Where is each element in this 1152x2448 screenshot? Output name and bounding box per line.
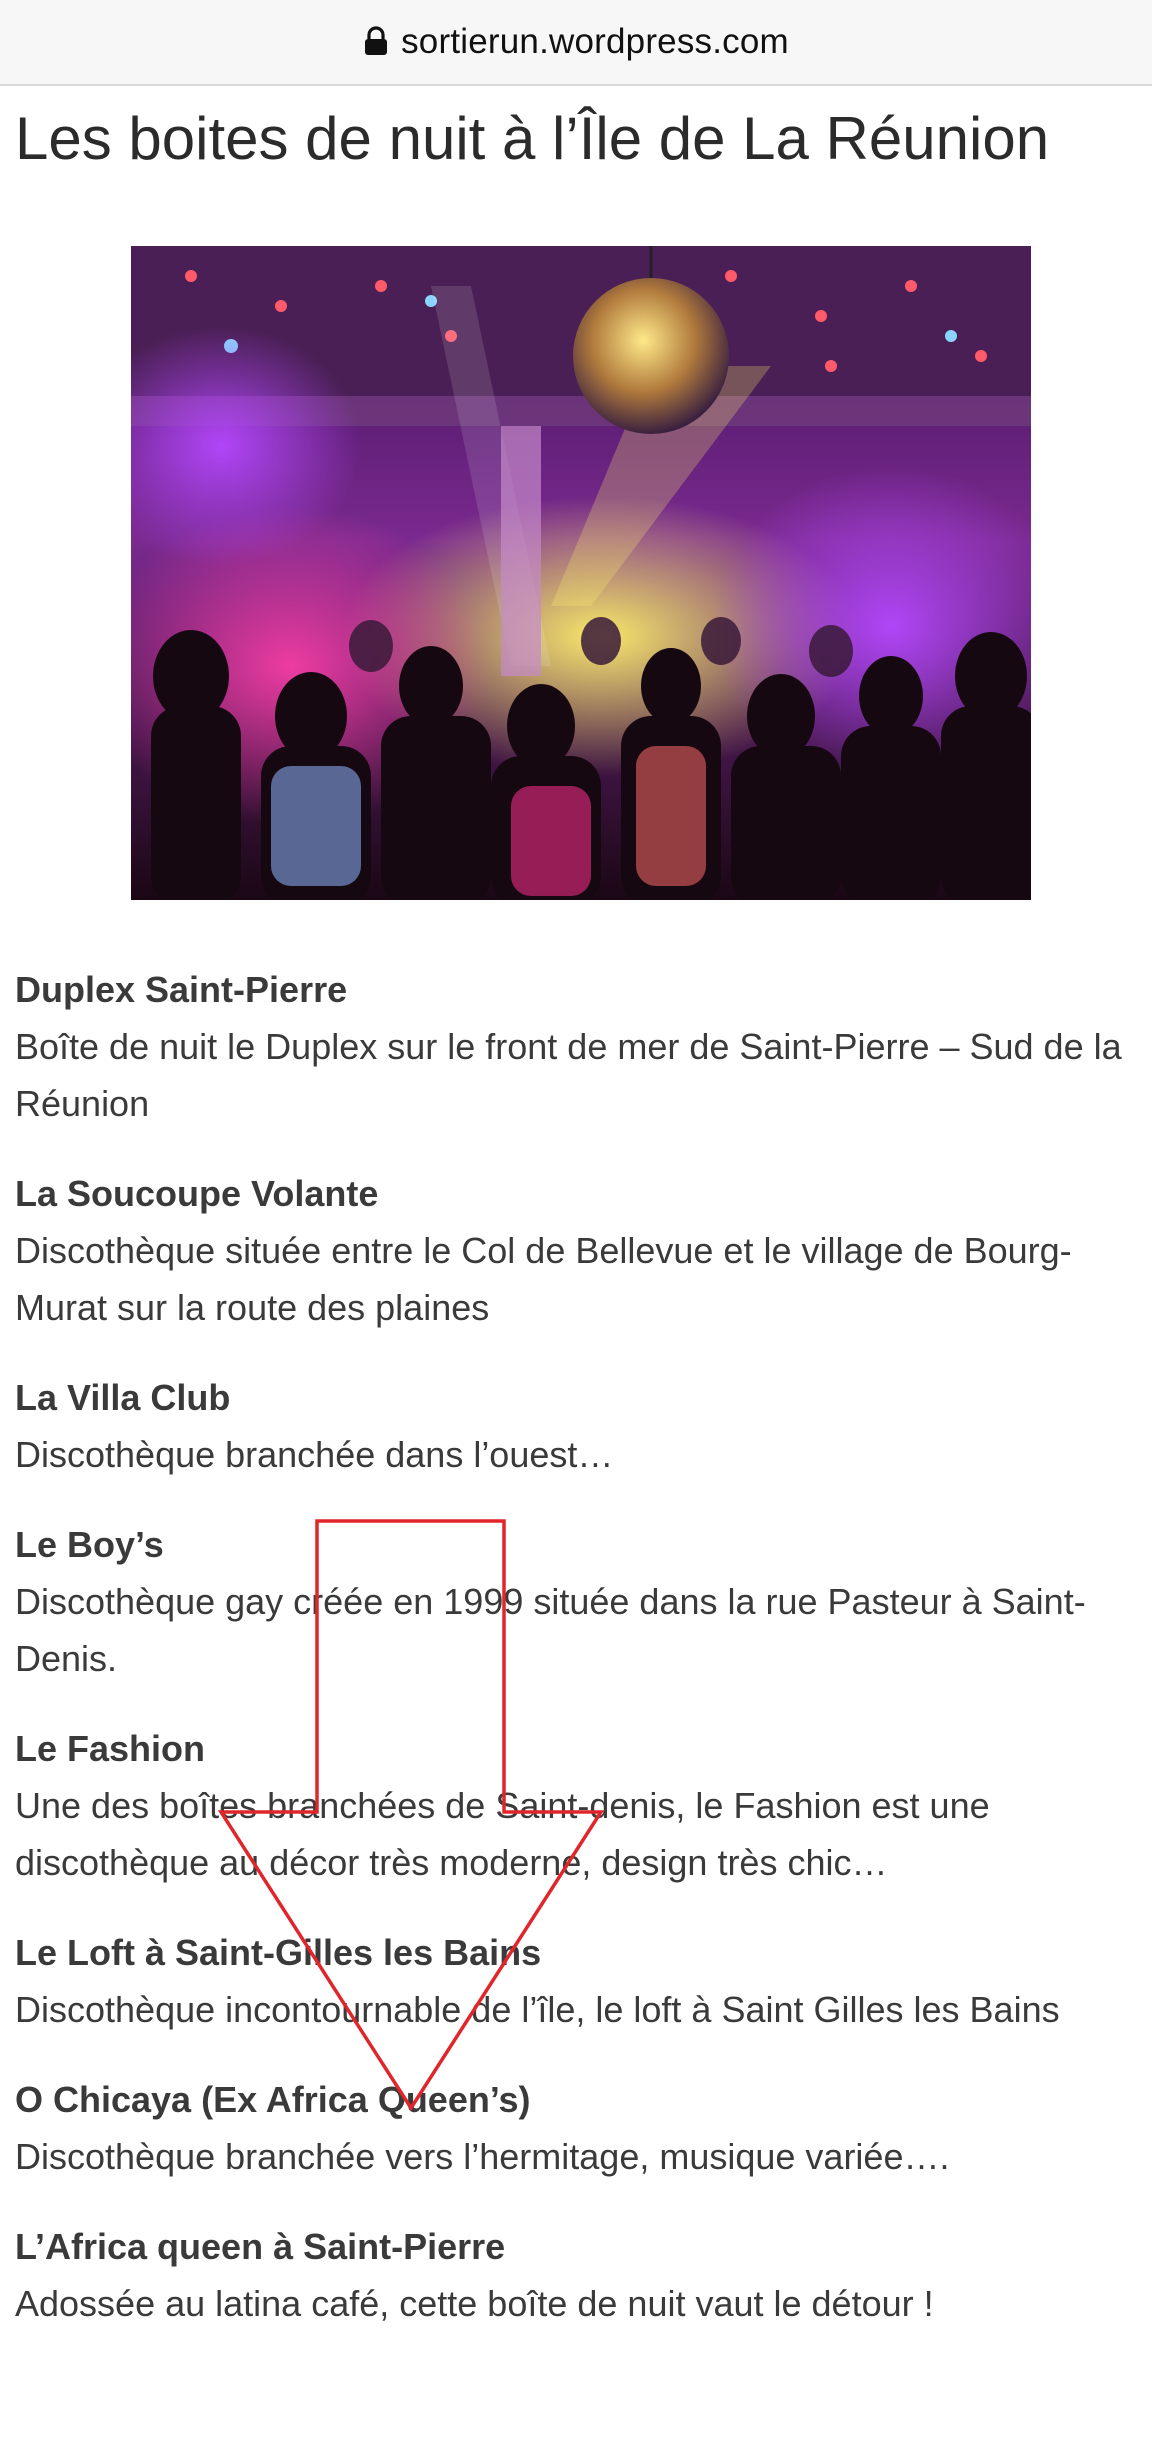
list-item: La Villa Club Discothèque branchée dans … <box>15 1370 1140 1483</box>
page: sortierun.wordpress.com Les boites de nu… <box>0 0 1152 2448</box>
list-item: Le Fashion Une des boîtes branchées de S… <box>15 1721 1140 1891</box>
entry-description: Boîte de nuit le Duplex sur le front de … <box>15 1026 1122 1124</box>
url-text[interactable]: sortierun.wordpress.com <box>401 22 789 62</box>
entry-description: Une des boîtes branchées de Saint-denis,… <box>15 1785 990 1883</box>
list-item: Le Boy’s Discothèque gay créée en 1999 s… <box>15 1517 1140 1687</box>
entry-title[interactable]: La Soucoupe Volante <box>15 1166 1140 1222</box>
page-title: Les boites de nuit à l’Île de La Réunion <box>15 105 1050 172</box>
entry-title[interactable]: O Chicaya (Ex Africa Queen’s) <box>15 2072 1140 2128</box>
list-item: O Chicaya (Ex Africa Queen’s) Discothèqu… <box>15 2072 1140 2185</box>
address-bar[interactable]: sortierun.wordpress.com <box>0 0 1152 86</box>
entry-title[interactable]: Le Loft à Saint-Gilles les Bains <box>15 1925 1140 1981</box>
entry-description: Discothèque branchée dans l’ouest… <box>15 1434 614 1475</box>
entry-description: Adossée au latina café, cette boîte de n… <box>15 2283 934 2324</box>
lock-icon <box>365 26 388 55</box>
entry-title[interactable]: L’Africa queen à Saint-Pierre <box>15 2219 1140 2275</box>
list-item: Duplex Saint-Pierre Boîte de nuit le Dup… <box>15 962 1140 1132</box>
nightclub-photo <box>131 246 1031 900</box>
list-item: La Soucoupe Volante Discothèque située e… <box>15 1166 1140 1336</box>
entry-title[interactable]: Duplex Saint-Pierre <box>15 962 1140 1018</box>
entry-description: Discothèque branchée vers l’hermitage, m… <box>15 2136 950 2177</box>
entry-title[interactable]: Le Fashion <box>15 1721 1140 1777</box>
entry-description: Discothèque située entre le Col de Belle… <box>15 1230 1072 1328</box>
nightclub-list: Duplex Saint-Pierre Boîte de nuit le Dup… <box>15 962 1140 2366</box>
list-item: Le Loft à Saint-Gilles les Bains Discoth… <box>15 1925 1140 2038</box>
list-item: L’Africa queen à Saint-Pierre Adossée au… <box>15 2219 1140 2332</box>
entry-description: Discothèque gay créée en 1999 située dan… <box>15 1581 1086 1679</box>
entry-title[interactable]: La Villa Club <box>15 1370 1140 1426</box>
entry-description: Discothèque incontournable de l’île, le … <box>15 1989 1060 2030</box>
entry-title[interactable]: Le Boy’s <box>15 1517 1140 1573</box>
